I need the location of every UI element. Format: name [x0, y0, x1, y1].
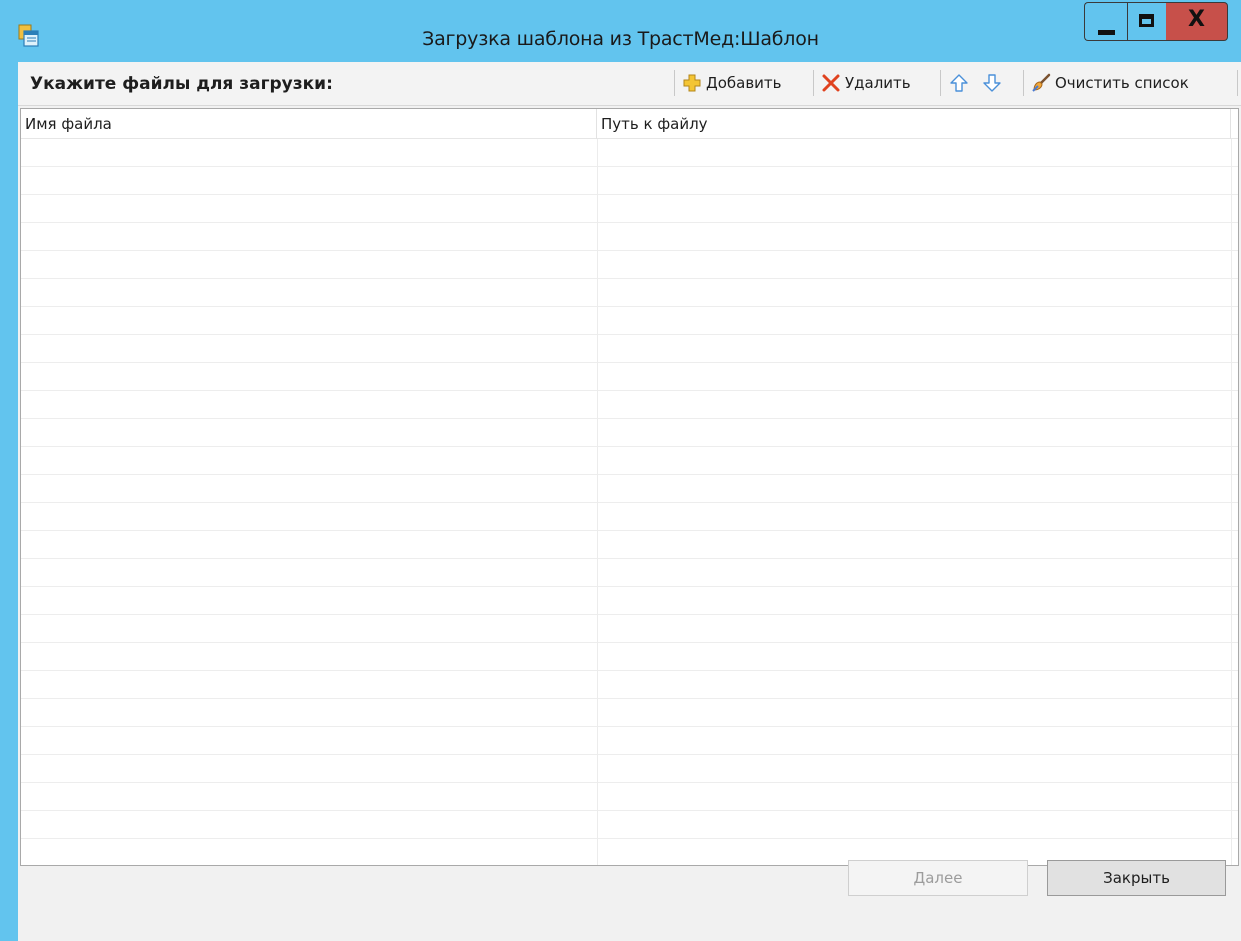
clear-list-button[interactable]: Очистить список — [1031, 70, 1189, 96]
next-button[interactable]: Далее — [848, 860, 1028, 896]
column-divider — [1231, 139, 1232, 865]
title-bar[interactable]: Загрузка шаблона из ТрастМед:Шаблон X — [0, 0, 1241, 62]
close-button[interactable]: Закрыть — [1047, 860, 1226, 896]
column-divider — [597, 139, 598, 865]
grid-header: Имя файла Путь к файлу — [21, 109, 1238, 139]
arrow-down-icon — [983, 74, 1001, 92]
move-up-button[interactable] — [949, 70, 969, 96]
toolbar: Укажите файлы для загрузки: Добавить Уда… — [18, 62, 1241, 106]
close-icon: X — [1188, 7, 1205, 32]
delete-button[interactable]: Удалить — [821, 70, 911, 96]
grid-body[interactable] — [21, 139, 1238, 865]
minimize-icon — [1098, 30, 1115, 35]
toolbar-separator — [1023, 70, 1024, 96]
clear-brush-icon — [1032, 73, 1051, 92]
column-header-file-name[interactable]: Имя файла — [21, 109, 597, 139]
maximize-button[interactable] — [1127, 2, 1168, 41]
delete-x-icon — [822, 74, 840, 92]
window-title: Загрузка шаблона из ТрастМед:Шаблон — [422, 28, 819, 50]
close-window-button[interactable]: X — [1166, 2, 1228, 41]
add-plus-icon — [683, 74, 701, 92]
files-grid[interactable]: Имя файла Путь к файлу — [20, 108, 1239, 866]
delete-button-label: Удалить — [845, 74, 911, 92]
arrow-up-icon — [950, 74, 968, 92]
minimize-button[interactable] — [1084, 2, 1128, 41]
dialog-client-area: Укажите файлы для загрузки: Добавить Уда… — [18, 62, 1241, 941]
column-header-file-path[interactable]: Путь к файлу — [597, 109, 1231, 139]
toolbar-separator — [1237, 70, 1238, 96]
add-button-label: Добавить — [706, 74, 782, 92]
add-button[interactable]: Добавить — [682, 70, 782, 96]
clear-list-label: Очистить список — [1055, 74, 1189, 92]
toolbar-separator — [813, 70, 814, 96]
toolbar-separator — [940, 70, 941, 96]
maximize-icon — [1139, 14, 1154, 27]
toolbar-separator — [674, 70, 675, 96]
dialog-window: Загрузка шаблона из ТрастМед:Шаблон X Ук… — [0, 0, 1241, 941]
move-down-button[interactable] — [982, 70, 1002, 96]
toolbar-label: Укажите файлы для загрузки: — [30, 74, 333, 94]
